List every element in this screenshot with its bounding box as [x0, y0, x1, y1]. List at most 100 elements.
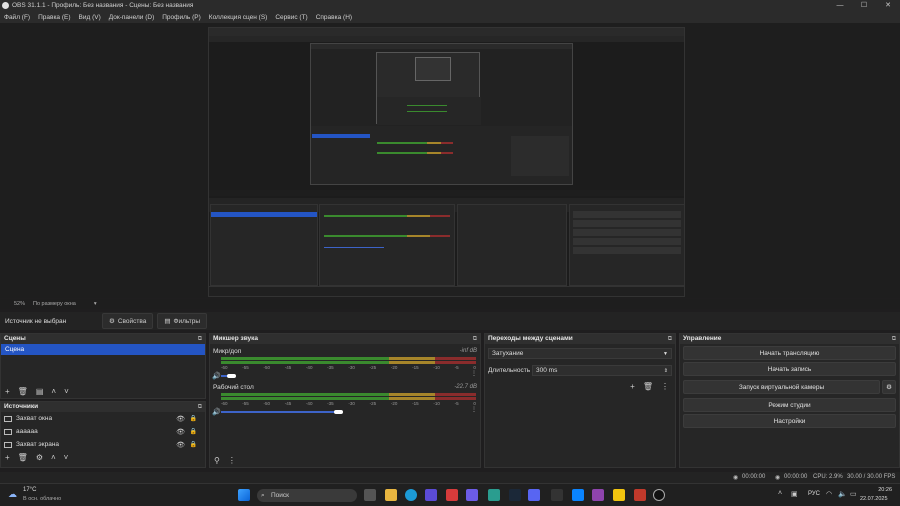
mute-speaker-icon[interactable]: 🔊	[212, 408, 221, 416]
meter-ticks: -60 -55 -50 -45 -40 -35 -30 -25 -20 -15 -10 -5 0	[221, 401, 476, 409]
maximize-button[interactable]: ☐	[852, 0, 876, 11]
chevron-down-icon[interactable]: ▾	[94, 301, 97, 307]
add-icon[interactable]: +	[5, 387, 10, 396]
menu-docks[interactable]: Док-панели (D)	[109, 14, 154, 21]
properties-button[interactable]: ⚙ Свойства	[102, 313, 154, 329]
arrow-down-icon[interactable]: ˅	[64, 387, 69, 396]
edge-icon[interactable]	[405, 489, 417, 501]
spinner-icon: ⇕	[663, 367, 668, 374]
task-view-icon[interactable]	[364, 489, 376, 501]
windows-start-icon[interactable]	[238, 489, 250, 501]
filters-button[interactable]: ▤ Фильтры	[157, 313, 208, 329]
source-label: Захват экрана	[16, 441, 60, 448]
app-icon[interactable]	[466, 489, 478, 501]
minimize-button[interactable]: —	[828, 0, 852, 11]
volume-fader-handle[interactable]	[226, 374, 236, 378]
eye-icon[interactable]: 👁	[176, 415, 185, 423]
mute-speaker-icon[interactable]: 🔊	[212, 372, 221, 380]
eye-icon[interactable]: 👁	[176, 428, 185, 436]
telegram-icon[interactable]	[488, 489, 500, 501]
menu-view[interactable]: Вид (V)	[79, 14, 101, 21]
filter-icon[interactable]: ▤	[36, 387, 44, 396]
arrow-up-icon[interactable]: ˄	[51, 453, 56, 462]
start-recording-button[interactable]: Начать запись	[683, 362, 896, 376]
scene-item[interactable]: Сцена	[1, 344, 205, 355]
more-icon[interactable]: ⋮	[228, 456, 236, 465]
arrow-down-icon[interactable]: ˅	[64, 453, 69, 462]
start-streaming-button[interactable]: Начать трансляцию	[683, 346, 896, 360]
tick-label: -40	[305, 365, 313, 370]
menu-edit[interactable]: Правка (E)	[38, 14, 70, 21]
menu-scene-collection[interactable]: Коллекция сцен (S)	[209, 14, 268, 21]
undock-icon[interactable]: ⧉	[473, 334, 477, 344]
language-indicator[interactable]: РУС	[808, 491, 820, 497]
menu-tools[interactable]: Сервис (T)	[275, 14, 307, 21]
menu-file[interactable]: Файл (F)	[4, 14, 30, 21]
settings-button[interactable]: Настройки	[683, 414, 896, 428]
source-item[interactable]: аааааа 👁 🔒	[1, 425, 205, 438]
source-label: аааааа	[16, 428, 38, 435]
menu-help[interactable]: Справка (H)	[316, 14, 352, 21]
store-icon[interactable]	[572, 489, 584, 501]
transition-type-select[interactable]: Затухание ▼	[488, 347, 672, 359]
close-button[interactable]: ✕	[876, 0, 900, 11]
undock-icon[interactable]: ⧉	[198, 334, 202, 344]
eye-icon[interactable]: 👁	[176, 441, 185, 449]
clock-time[interactable]: 20:26	[866, 487, 892, 493]
trash-icon[interactable]: 🗑	[18, 453, 28, 462]
nested-preview-4	[415, 57, 451, 81]
tick-label: -5	[454, 365, 459, 370]
weather-icon[interactable]: ☁	[8, 489, 17, 500]
channel-menu-icon[interactable]: ⋮	[471, 370, 477, 377]
lock-icon[interactable]: 🔒	[190, 415, 197, 422]
trash-icon[interactable]: 🗑	[18, 387, 28, 396]
yandex-icon[interactable]	[446, 489, 458, 501]
duration-input[interactable]: 300 ms ⇕	[532, 364, 672, 376]
file-explorer-icon[interactable]	[385, 489, 397, 501]
menu-profile[interactable]: Профиль (P)	[162, 14, 201, 21]
app-icon[interactable]	[551, 489, 563, 501]
tray-app-icon[interactable]: ▣	[791, 490, 798, 498]
obs-icon[interactable]	[653, 489, 665, 501]
taskbar-search[interactable]: ⌕ Поиск	[257, 489, 357, 502]
volume-icon[interactable]: 🔈	[838, 490, 847, 498]
source-item[interactable]: Захват экрана 👁 🔒	[1, 438, 205, 451]
lock-icon[interactable]: 🔒	[190, 441, 197, 448]
steam-icon[interactable]	[509, 489, 521, 501]
undock-icon[interactable]: ⧉	[668, 334, 672, 344]
app-icon[interactable]	[592, 489, 604, 501]
clock-date[interactable]: 22.07.2025	[860, 496, 888, 502]
source-label: Захват окна	[16, 415, 53, 422]
battery-icon[interactable]: ▭	[850, 490, 857, 498]
undock-icon[interactable]: ⧉	[892, 334, 896, 344]
discord-icon[interactable]	[528, 489, 540, 501]
level-meter	[221, 361, 476, 364]
arrow-up-icon[interactable]: ˄	[51, 387, 56, 396]
lock-icon[interactable]: 🔒	[190, 428, 197, 435]
start-virtual-camera-button[interactable]: Запуск виртуальной камеры	[683, 380, 880, 394]
add-icon[interactable]: +	[630, 382, 635, 391]
app-icon[interactable]	[613, 489, 625, 501]
app-icon[interactable]	[634, 489, 646, 501]
virtual-camera-settings-button[interactable]: ⚙	[882, 380, 896, 394]
tray-chevron-icon[interactable]: ˄	[778, 490, 782, 497]
link-icon[interactable]: ⚲	[214, 456, 220, 465]
volume-fader[interactable]	[221, 411, 336, 413]
gear-icon: ⚙	[109, 318, 115, 325]
title-bar: OBS 31.1.1 - Профиль: Без названия - Сце…	[0, 0, 900, 11]
undock-icon[interactable]: ⧉	[198, 402, 202, 412]
scale-mode-select[interactable]: По размеру окна	[33, 301, 76, 307]
gear-icon[interactable]: ⚙	[36, 453, 43, 462]
channel-menu-icon[interactable]: ⋮	[471, 406, 477, 413]
duration-label: Длительность	[488, 366, 531, 374]
zoom-level[interactable]: 52%	[14, 301, 25, 307]
wifi-icon[interactable]: ◠	[826, 490, 832, 498]
teams-icon[interactable]	[425, 489, 437, 501]
more-icon[interactable]: ⋮	[661, 382, 669, 391]
trash-icon[interactable]: 🗑	[643, 382, 653, 391]
status-bar: ◉ 00:00:00 ◉ 00:00:00 CPU: 2.9% 30.00 / …	[0, 472, 900, 483]
volume-fader-handle[interactable]	[333, 410, 343, 414]
add-icon[interactable]: +	[5, 453, 10, 462]
studio-mode-button[interactable]: Режим студии	[683, 398, 896, 412]
source-item[interactable]: Захват окна 👁 🔒	[1, 412, 205, 425]
